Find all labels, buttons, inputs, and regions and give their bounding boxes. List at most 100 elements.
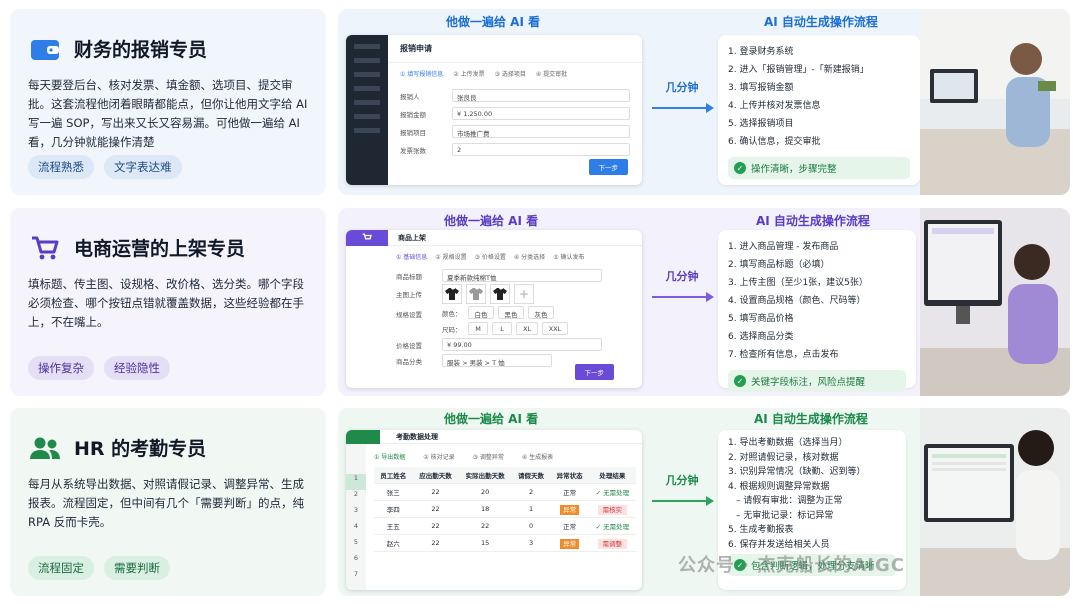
step-tab[interactable]: ② 上传发票 [453, 69, 484, 78]
cell[interactable]: 正常 [550, 483, 589, 501]
cell[interactable]: 15 [458, 534, 512, 552]
tag: 经验隐性 [104, 356, 170, 380]
row-number: 4 [353, 522, 359, 530]
result-badge: 需调整 [597, 539, 628, 549]
step-item: 7. 检查所有信息，点击发布 [728, 350, 839, 360]
result-badge: ✓ 关键字段标注，风险点提醒 [728, 370, 906, 392]
field-label: 商品标题 [396, 272, 422, 281]
step-tab[interactable]: ② 规格设置 [435, 252, 466, 261]
step-tab[interactable]: ① 填写报销信息 [400, 69, 443, 78]
size-option[interactable]: XL [516, 322, 538, 335]
step-tab[interactable]: ③ 调整异常 [473, 452, 504, 461]
title-input[interactable]: 夏季新款纯棉T恤 [442, 269, 602, 282]
column-header: 应出勤天数 [412, 467, 459, 484]
tshirt-image[interactable] [442, 284, 462, 304]
step-tab[interactable]: ③ 选择项目 [495, 69, 526, 78]
watermark: 公众号 · 杰克船长的AIGC [678, 555, 905, 576]
step-item: 5. 生成考勤报表 [728, 525, 794, 535]
arrow: 几分钟 [652, 472, 714, 506]
cell[interactable]: ✓ 无需处理 [588, 517, 636, 535]
invoice-count-input[interactable]: 2 [452, 143, 630, 156]
field-label: 报销人 [400, 92, 420, 101]
field-label: 报销金额 [400, 110, 426, 119]
arrow: 几分钟 [652, 268, 714, 302]
table-row[interactable]: 王五 22 22 0 正常 ✓ 无需处理 [374, 517, 636, 535]
step-tab[interactable]: ④ 生成报表 [522, 452, 553, 461]
step-item: 1. 进入商品管理 - 发布商品 [728, 242, 839, 252]
wallet-icon [28, 36, 62, 62]
card-ecommerce: 电商运营的上架专员 填标题、传主图、设规格、改价格、选分类。哪个字段必须检查、哪… [10, 208, 326, 396]
cell[interactable]: 3 [511, 534, 551, 552]
row-number: 7 [353, 570, 359, 578]
next-button[interactable]: 下一步 [574, 364, 614, 380]
row-number: 2 [353, 490, 359, 498]
step-item: 3. 上传主图（至少1张，建议5张） [728, 278, 868, 288]
color-option[interactable]: 灰色 [528, 306, 554, 319]
price-input[interactable]: ¥ 99.00 [442, 338, 602, 351]
cell[interactable]: 22 [412, 534, 459, 552]
step-item: – 请假有审批：调整为正常 [736, 496, 843, 506]
window-title: 商品上架 [398, 233, 426, 242]
cell[interactable]: ✓ 无需处理 [588, 483, 636, 501]
cell[interactable]: 李四 [374, 500, 413, 518]
card-title: 电商运营的上架专员 [74, 238, 246, 260]
category-select[interactable]: 服装 > 男装 > T 恤 [442, 354, 552, 367]
person-photo [920, 9, 1070, 195]
color-option[interactable]: 白色 [468, 306, 494, 319]
step-tab[interactable]: ⑤ 确认发布 [553, 252, 584, 261]
cell[interactable]: 王五 [374, 517, 413, 535]
tag: 流程固定 [28, 556, 94, 580]
cart-icon [28, 235, 62, 261]
head-right: AI 自动生成操作流程 [756, 214, 870, 228]
generated-steps: 1. 进入商品管理 - 发布商品 2. 填写商品标题（必填） 3. 上传主图（至… [718, 230, 916, 392]
row-numbers: 1 2 3 4 5 6 7 [346, 444, 366, 590]
card-finance: 财务的报销专员 每天要登后台、核对发票、填金额、选项目、提交审批。这套流程他闭着… [10, 9, 326, 195]
arrow-label: 几分钟 [665, 270, 699, 283]
table-row[interactable]: 赵六 22 15 3 异常 需调整 [374, 534, 636, 552]
cell[interactable]: 22 [458, 517, 512, 535]
step-tab[interactable]: ② 核对记录 [423, 452, 454, 461]
row-number: 3 [353, 506, 359, 514]
cell[interactable]: 1 [511, 500, 551, 518]
size-option[interactable]: M [468, 322, 488, 335]
table-row[interactable]: 李四 22 18 1 异常 需核实 [374, 500, 636, 518]
field-label: 商品分类 [396, 357, 422, 366]
applicant-input[interactable]: 张良良 [452, 89, 630, 102]
cell[interactable]: 张三 [374, 483, 413, 501]
result-text: 关键字段标注，风险点提醒 [751, 377, 866, 388]
step-tab[interactable]: ④ 提交审批 [536, 69, 567, 78]
demo-ecommerce: 他做一遍给 AI 看 AI 自动生成操作流程 商品上架 ① 基础信息 ② 规格设… [338, 208, 1070, 396]
head-right: AI 自动生成操作流程 [754, 412, 868, 426]
cell[interactable]: 2 [511, 483, 551, 501]
tshirt-image[interactable] [490, 284, 510, 304]
cell[interactable]: 20 [458, 483, 512, 501]
step-tab[interactable]: ① 导出数据 [374, 452, 405, 461]
tshirt-image[interactable] [466, 284, 486, 304]
next-button[interactable]: 下一步 [588, 159, 628, 175]
field-label: 规格设置 [396, 311, 422, 319]
color-option[interactable]: 黑色 [498, 306, 524, 319]
column-header: 实际出勤天数 [458, 467, 512, 484]
cell[interactable]: 赵六 [374, 534, 413, 552]
project-select[interactable]: 市场推广费 [452, 125, 630, 138]
person-photo [920, 208, 1070, 396]
cell[interactable]: 22 [412, 500, 459, 518]
cart-icon [346, 230, 388, 246]
step-tab[interactable]: ③ 价格设置 [475, 252, 506, 261]
cell[interactable]: 22 [412, 517, 459, 535]
cell[interactable]: 18 [458, 500, 512, 518]
cell[interactable]: 22 [412, 483, 459, 501]
cell[interactable]: 正常 [550, 517, 589, 535]
step-tab[interactable]: ① 基础信息 [396, 252, 427, 261]
step-item: 5. 选择报销项目 [728, 119, 794, 129]
step-tab[interactable]: ④ 分类选择 [514, 252, 545, 261]
size-option[interactable]: L [492, 322, 512, 335]
person-photo [920, 408, 1070, 596]
table-row[interactable]: 张三 22 20 2 正常 ✓ 无需处理 [374, 483, 636, 501]
size-option[interactable]: XXL [542, 322, 568, 335]
step-item: 4. 根据规则调整异常数据 [728, 481, 830, 492]
add-image-icon[interactable]: + [514, 284, 534, 304]
cell[interactable]: 0 [511, 517, 551, 535]
tag: 文字表达难 [104, 155, 182, 179]
amount-input[interactable]: ¥ 1,250.00 [452, 107, 630, 120]
